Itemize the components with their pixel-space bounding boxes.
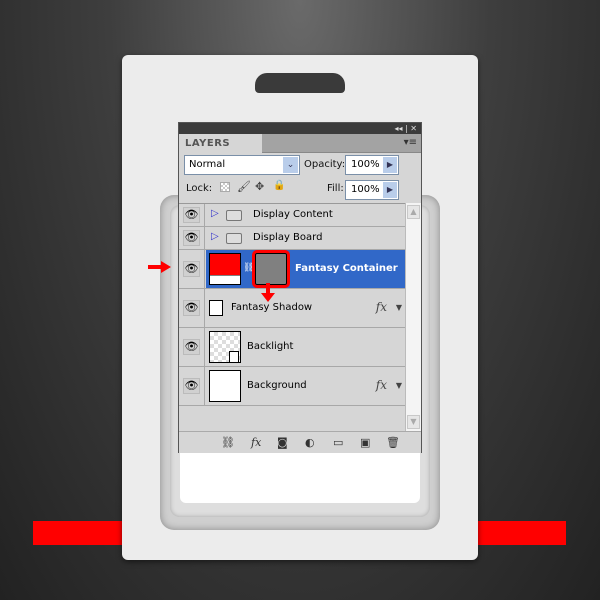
layers-panel: ◂◂ | ✕ LAYERS ▾≡ Normal ⌄ Opacity: 100% … bbox=[178, 122, 422, 453]
opacity-value: 100% bbox=[351, 159, 380, 170]
smart-object-icon bbox=[229, 351, 239, 363]
layers-list: 👁 ▷ Display Content 👁 ▷ Display Board 👁 … bbox=[179, 203, 405, 431]
close-button[interactable]: ✕ bbox=[410, 124, 417, 133]
lock-all-icon[interactable]: 🔒 bbox=[273, 180, 285, 191]
blend-mode-value: Normal bbox=[189, 159, 226, 170]
layer-name: Fantasy Container bbox=[295, 263, 398, 274]
lock-brush-icon[interactable]: 🖌 bbox=[237, 180, 251, 193]
fill-input[interactable]: 100% ▶ bbox=[345, 180, 399, 200]
visibility-toggle[interactable]: 👁 bbox=[179, 289, 205, 327]
scroll-up-icon[interactable]: ▲ bbox=[407, 205, 420, 219]
red-arrow-down-head bbox=[261, 293, 275, 302]
visibility-toggle[interactable]: 👁 bbox=[179, 204, 205, 226]
chevron-down-icon[interactable]: ⌄ bbox=[283, 157, 298, 173]
folder-icon[interactable]: ▭ bbox=[333, 436, 343, 449]
panel-titlebar: ◂◂ | ✕ bbox=[179, 123, 421, 134]
expand-effects-icon[interactable]: ▼ bbox=[396, 381, 402, 390]
scrollbar[interactable]: ▲ ▼ bbox=[405, 203, 421, 431]
layer-row[interactable]: 👁 Fantasy Shadow fx ▼ bbox=[179, 289, 405, 328]
layer-thumbnail bbox=[209, 253, 241, 285]
layer-row-selected[interactable]: 👁 ⛓ Fantasy Container bbox=[179, 250, 405, 289]
layer-name: Backlight bbox=[247, 341, 294, 352]
fill-arrow-icon[interactable]: ▶ bbox=[383, 182, 397, 198]
layer-row[interactable]: 👁 Backlight bbox=[179, 328, 405, 367]
eye-icon: 👁 bbox=[183, 230, 200, 246]
inner-white-area bbox=[180, 445, 420, 503]
eye-icon: 👁 bbox=[183, 378, 200, 394]
collapse-button[interactable]: ◂◂ bbox=[394, 124, 402, 133]
red-arrow-pointer bbox=[148, 265, 162, 269]
visibility-toggle[interactable]: 👁 bbox=[179, 367, 205, 405]
red-arrow-head bbox=[161, 261, 171, 273]
eye-icon: 👁 bbox=[183, 339, 200, 355]
layer-thumbnail bbox=[209, 370, 241, 402]
visibility-toggle[interactable]: 👁 bbox=[179, 227, 205, 249]
folder-icon bbox=[226, 210, 242, 221]
lock-move-icon[interactable]: ✥ bbox=[255, 180, 264, 193]
layer-name: Fantasy Shadow bbox=[231, 302, 313, 313]
chain-link-icon[interactable]: ⛓ bbox=[243, 263, 254, 273]
scroll-down-icon[interactable]: ▼ bbox=[407, 415, 420, 429]
layer-row[interactable]: 👁 ▷ Display Content bbox=[179, 204, 405, 227]
layer-row[interactable]: 👁 Background fx ▼ bbox=[179, 367, 405, 406]
trash-icon[interactable]: 🗑 bbox=[386, 436, 400, 449]
visibility-toggle[interactable]: 👁 bbox=[179, 250, 205, 288]
lock-label: Lock: bbox=[186, 183, 213, 194]
adjustment-icon[interactable]: ◐ bbox=[305, 436, 315, 449]
panel-bottom-toolbar: ⛓ fx ◙ ◐ ▭ ▣ 🗑 bbox=[179, 431, 421, 453]
panel-menu-icon[interactable]: ▾≡ bbox=[404, 137, 417, 148]
link-icon[interactable]: ⛓ bbox=[221, 436, 235, 449]
expand-effects-icon[interactable]: ▼ bbox=[396, 303, 402, 312]
lock-transparency-icon[interactable] bbox=[220, 182, 230, 192]
eye-icon: 👁 bbox=[183, 300, 200, 316]
red-arrow-down bbox=[266, 283, 270, 293]
smart-object-icon bbox=[209, 300, 223, 316]
folder-icon bbox=[226, 233, 242, 244]
tab-layers[interactable]: LAYERS bbox=[179, 134, 262, 153]
hang-tab bbox=[255, 73, 345, 93]
layer-name: Background bbox=[247, 380, 307, 391]
blend-mode-select[interactable]: Normal ⌄ bbox=[184, 155, 300, 175]
fill-label: Fill: bbox=[327, 183, 344, 194]
eye-icon: 👁 bbox=[183, 261, 200, 277]
vector-mask-thumbnail[interactable] bbox=[252, 250, 290, 288]
tab-row: LAYERS ▾≡ bbox=[179, 134, 421, 153]
fx-badge[interactable]: fx bbox=[376, 378, 387, 392]
opacity-input[interactable]: 100% ▶ bbox=[345, 155, 399, 175]
layer-row[interactable]: 👁 ▷ Display Board bbox=[179, 227, 405, 250]
eye-icon: 👁 bbox=[183, 207, 200, 223]
opacity-arrow-icon[interactable]: ▶ bbox=[383, 157, 397, 173]
fill-value: 100% bbox=[351, 184, 380, 195]
new-layer-icon[interactable]: ▣ bbox=[360, 436, 370, 449]
fx-badge[interactable]: fx bbox=[376, 300, 387, 314]
expand-triangle-icon[interactable]: ▷ bbox=[211, 208, 219, 219]
layer-name: Display Content bbox=[253, 209, 333, 220]
expand-triangle-icon[interactable]: ▷ bbox=[211, 231, 219, 242]
mask-icon[interactable]: ◙ bbox=[277, 436, 288, 449]
layer-name: Display Board bbox=[253, 232, 323, 243]
fx-icon[interactable]: fx bbox=[251, 436, 261, 449]
visibility-toggle[interactable]: 👁 bbox=[179, 328, 205, 366]
opacity-label: Opacity: bbox=[304, 159, 346, 170]
